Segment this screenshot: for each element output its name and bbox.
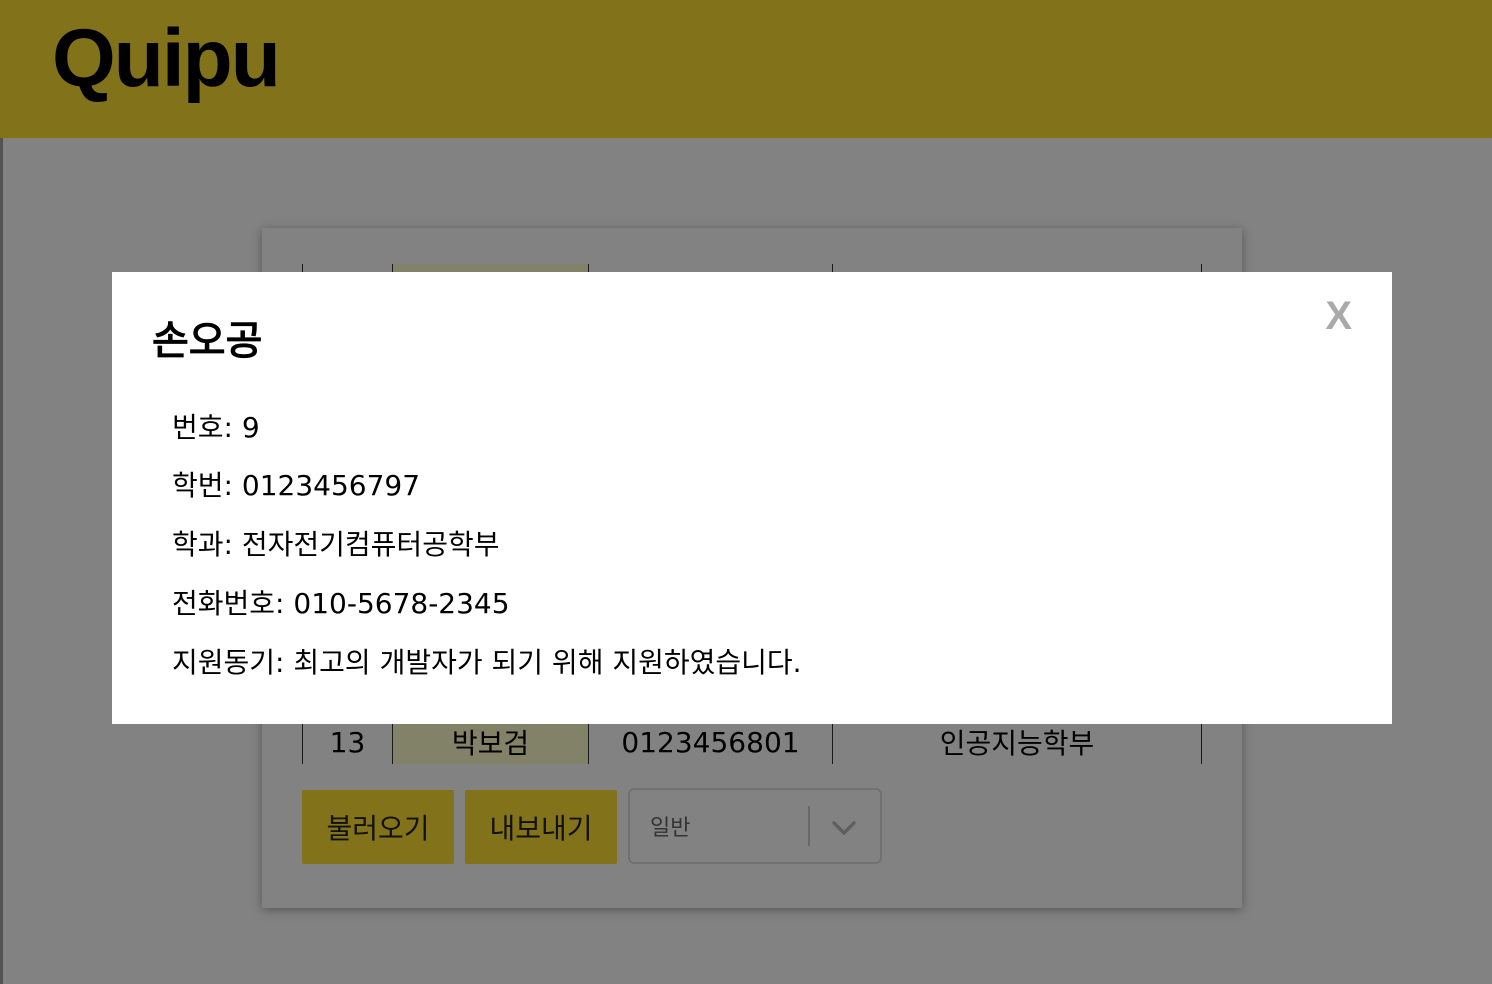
field-phone: 전화번호010-5678-2345 (172, 582, 510, 622)
field-value: 010-5678-2345 (293, 587, 510, 620)
field-motivation: 지원동기최고의 개발자가 되기 위해 지원하였습니다. (172, 641, 802, 681)
close-button[interactable]: X (1325, 294, 1352, 339)
field-department: 학과전자전기컴퓨터공학부 (172, 523, 499, 563)
modal-title: 손오공 (152, 318, 263, 364)
window-edge (0, 138, 3, 984)
field-value: 최고의 개발자가 되기 위해 지원하였습니다. (293, 646, 802, 679)
field-label: 학번 (172, 469, 242, 502)
field-value: 0123456797 (241, 469, 421, 502)
field-student-id: 학번0123456797 (172, 464, 420, 504)
field-label: 번호 (172, 411, 242, 444)
applicant-detail-modal: 손오공 X 번호9 학번0123456797 학과전자전기컴퓨터공학부 전화번호… (112, 272, 1392, 724)
field-value: 전자전기컴퓨터공학부 (241, 528, 500, 561)
field-label: 학과 (172, 528, 242, 561)
field-value: 9 (241, 411, 260, 444)
field-number: 번호9 (172, 406, 260, 446)
field-label: 지원동기 (172, 646, 293, 679)
field-label: 전화번호 (172, 587, 293, 620)
